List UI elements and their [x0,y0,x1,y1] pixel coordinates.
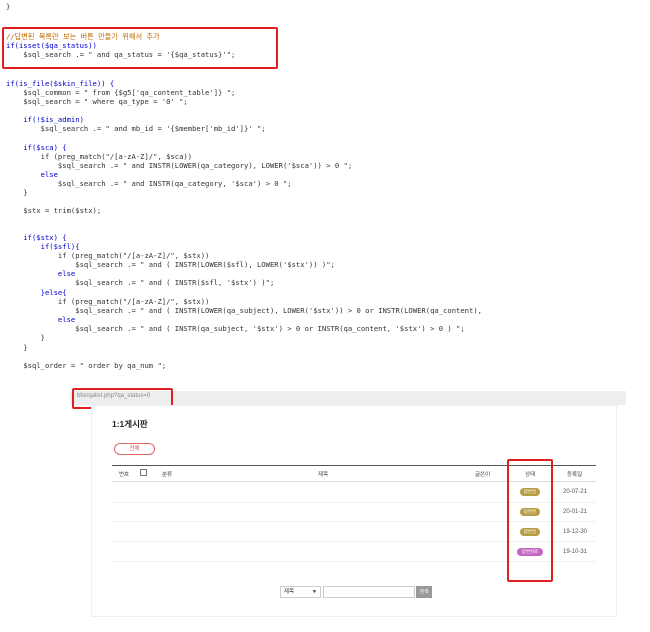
chevron-down-icon: ▼ [312,589,317,595]
code-line: $sql_search .= " and ( INSTR($sfl, '$stx… [6,278,275,287]
col-author: 글쓴이 [475,472,491,478]
code-line: if(!$is_admin) [6,115,84,124]
row-date: 19-10-31 [563,549,588,555]
code-line: } [6,343,28,352]
code-line: if(is_file($skin_file)) { [6,79,115,88]
code-line: } [6,333,45,342]
code-line: $sql_search .= " and ( INSTR(LOWER(qa_su… [6,306,482,315]
code-line: $sql_search .= " and INSTR(qa_category, … [6,179,292,188]
code-line: if($stx) { [6,233,67,242]
code-line: if($sca) { [6,143,67,152]
code-line: else [6,269,76,278]
col-category: 분류 [162,472,173,478]
row-date: 20-07-21 [563,489,588,495]
search-select-value: 제목 [284,589,295,595]
search-field-select[interactable]: 제목 ▼ [280,586,321,598]
code-line: $sql_search = " where qa_type = '0' "; [6,97,188,106]
col-num: 번호 [119,472,130,478]
row-date: 20-01-21 [563,509,588,515]
select-all-checkbox[interactable] [140,469,147,476]
code-line: $sql_common = " from {$g5['qa_content_ta… [6,88,236,97]
code-line: if (preg_match("/[a-zA-Z]/", $stx)) [6,297,210,306]
code-line: $sql_search .= " and ( INSTR(qa_subject,… [6,324,465,333]
col-date: 등록일 [567,472,583,478]
code-line: $sql_order = " order by qa_num "; [6,361,167,370]
col-subject: 제목 [318,472,329,478]
code-line: $sql_search .= " and ( INSTR(LOWER($sfl)… [6,260,335,269]
code-line: if($sfl){ [6,242,80,251]
code-line: if (preg_match("/[a-zA-Z]/", $sca)) [6,152,193,161]
code-line: if (preg_match("/[a-zA-Z]/", $stx)) [6,251,210,260]
search-input[interactable] [323,586,415,598]
code-highlight-box [2,27,278,69]
all-filter-button[interactable]: 전체 [114,443,155,455]
code-line: }else{ [6,288,67,297]
code-line: } [6,188,28,197]
code-brace: } [6,2,11,11]
page-title: 1:1게시판 [112,419,148,429]
code-line: else [6,170,58,179]
code-line: $sql_search .= " and INSTR(LOWER(qa_cate… [6,161,353,170]
status-highlight-box [507,459,553,582]
search-button[interactable]: 검색 [416,586,432,598]
code-line: $sql_search .= " and mb_id = '{$member['… [6,124,266,133]
code-line: $stx = trim($stx); [6,206,102,215]
code-line: else [6,315,76,324]
row-date: 19-12-30 [563,529,588,535]
